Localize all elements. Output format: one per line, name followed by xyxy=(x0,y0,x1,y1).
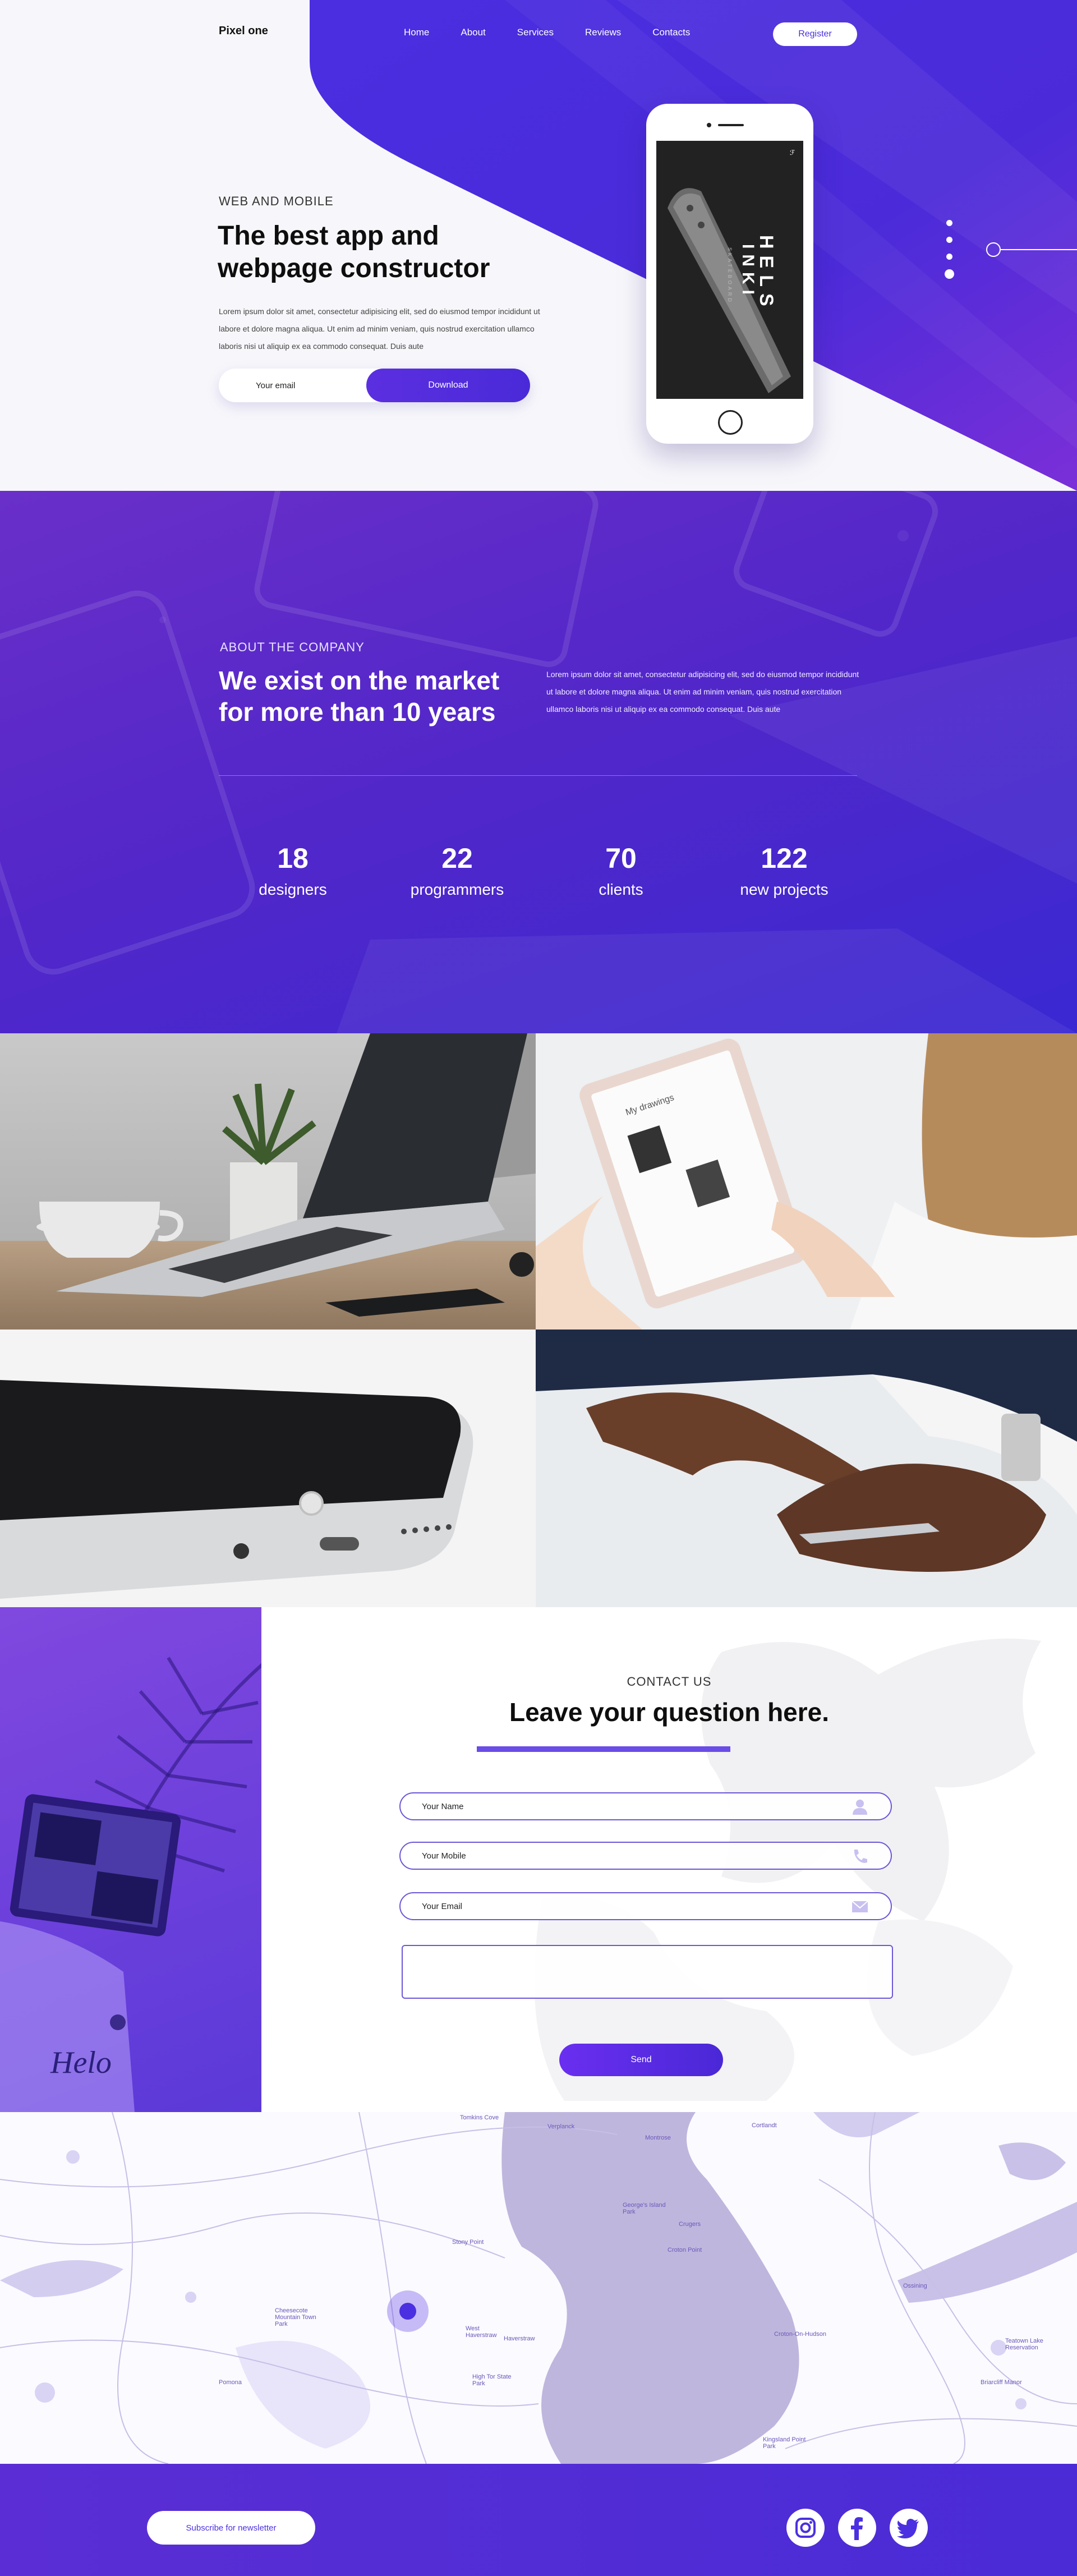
email-field xyxy=(399,1892,892,1920)
contact-title-underline xyxy=(477,1746,730,1752)
stat-label: clients xyxy=(599,881,643,898)
stat-programmers: 22 programmers xyxy=(384,841,530,899)
mobile-input[interactable] xyxy=(401,1843,849,1869)
slider-dot-active[interactable] xyxy=(945,269,954,279)
stat-number: 22 xyxy=(441,843,473,874)
map-label: Ossining xyxy=(903,2283,927,2289)
map-label: Kingsland Point Park xyxy=(763,2436,806,2450)
mobile-field xyxy=(399,1842,892,1870)
about-section: ABOUT THE COMPANY We exist on the market… xyxy=(0,491,1077,1033)
screen-word-bottom: INKI xyxy=(739,244,757,300)
phone-home-button xyxy=(718,410,743,435)
stat-new-projects: 122 new projects xyxy=(711,841,857,899)
stat-clients: 70 clients xyxy=(548,841,694,899)
email-input-contact[interactable] xyxy=(401,1893,849,1919)
hero-kicker: WEB AND MOBILE xyxy=(219,194,334,208)
nav-about[interactable]: About xyxy=(461,27,485,38)
download-button[interactable]: Download xyxy=(366,369,530,402)
hero-description: Lorem ipsum dolor sit amet, consectetur … xyxy=(219,307,540,351)
gallery-photo-hands xyxy=(536,1330,1077,1607)
stat-designers: 18 designers xyxy=(220,841,366,899)
nav-home[interactable]: Home xyxy=(404,27,429,38)
nav-services[interactable]: Services xyxy=(517,27,554,38)
map-label: Haverstraw xyxy=(504,2335,535,2342)
about-divider xyxy=(219,775,857,776)
gallery-photo-laptop xyxy=(0,1033,536,1330)
map-pin-icon[interactable] xyxy=(387,2290,429,2332)
message-textarea[interactable] xyxy=(402,1945,893,1999)
map-label: Cheesecote Mountain Town Park xyxy=(275,2307,316,2327)
slider-dot[interactable] xyxy=(946,254,952,260)
nav-reviews[interactable]: Reviews xyxy=(585,27,621,38)
slider-dot[interactable] xyxy=(946,237,952,243)
phone-icon xyxy=(854,1850,867,1863)
newsletter-button[interactable]: Subscribe for newsletter xyxy=(147,2511,315,2545)
footer: Subscribe for newsletter xyxy=(0,2464,1077,2576)
contact-side-photo: Helo xyxy=(0,1607,261,2112)
map-label: George's Island Park xyxy=(623,2202,666,2215)
about-description: Lorem ipsum dolor sit amet, consectetur … xyxy=(546,670,859,714)
about-kicker: ABOUT THE COMPANY xyxy=(220,640,365,654)
stat-number: 70 xyxy=(605,843,637,874)
stat-label: designers xyxy=(259,881,327,898)
map-label: Stony Point xyxy=(452,2239,484,2246)
map-label: High Tor State Park xyxy=(472,2373,512,2387)
map-label: Crugers xyxy=(679,2221,701,2228)
instagram-icon[interactable] xyxy=(786,2509,825,2547)
envelope-icon xyxy=(852,1901,868,1912)
contact-kicker: CONTACT US xyxy=(627,1675,712,1689)
map-label: Briarcliff Manor xyxy=(981,2379,1022,2386)
stat-label: programmers xyxy=(410,881,504,898)
screen-word-top: HELS xyxy=(756,235,777,313)
gallery-photo-phone xyxy=(0,1330,536,1607)
email-input[interactable] xyxy=(219,369,370,402)
stat-label: new projects xyxy=(740,881,829,898)
phone-screen: ℱ HELS INKI SKATEBOARD xyxy=(656,141,803,399)
contact-title: Leave your question here. xyxy=(509,1698,830,1727)
nav-contacts[interactable]: Contacts xyxy=(652,27,690,38)
stat-number: 122 xyxy=(761,843,808,874)
map-label: Cortlandt xyxy=(752,2122,777,2129)
about-title: We exist on the market for more than 10 … xyxy=(219,666,500,726)
contact-section: CONTACT US Leave your question here. Sen… xyxy=(261,1607,1077,2112)
hero-section: Pixel one Home About Services Reviews Co… xyxy=(0,0,1077,491)
map-label: Tomkins Cove xyxy=(460,2114,499,2121)
name-input[interactable] xyxy=(401,1793,849,1819)
hero-background xyxy=(310,0,1077,491)
gallery-photo-tablet: My drawings xyxy=(536,1033,1077,1330)
map-label: West Haverstraw xyxy=(466,2325,497,2339)
screen-logo: ℱ xyxy=(790,149,795,157)
map-label: Verplanck xyxy=(547,2123,575,2130)
stat-number: 18 xyxy=(277,843,309,874)
slider-indicator-line xyxy=(1001,249,1077,250)
location-map[interactable]: Tomkins Cove Verplanck Montrose Cortland… xyxy=(0,2112,1077,2464)
phone-mockup: ℱ HELS INKI SKATEBOARD xyxy=(646,104,813,444)
screen-small-text: SKATEBOARD xyxy=(727,247,733,304)
twitter-icon[interactable] xyxy=(890,2509,928,2547)
map-label: Croton-On-Hudson xyxy=(774,2331,826,2338)
map-label: Croton Point xyxy=(668,2247,702,2253)
slider-indicator-ring xyxy=(986,242,1001,257)
phone-speaker xyxy=(718,124,744,126)
about-background-devices xyxy=(0,491,1077,1033)
phone-camera xyxy=(707,123,711,127)
user-icon xyxy=(853,1800,867,1815)
map-label: Teatown Lake Reservation xyxy=(1005,2338,1043,2351)
slider-dot[interactable] xyxy=(946,220,952,226)
facebook-icon[interactable] xyxy=(838,2509,876,2547)
brand-logo[interactable]: Pixel one xyxy=(219,25,268,38)
email-signup: Download xyxy=(219,369,530,402)
send-button[interactable]: Send xyxy=(559,2044,723,2076)
side-photo-text: Helo xyxy=(50,2045,112,2080)
slider-dots xyxy=(945,220,954,287)
map-label: Montrose xyxy=(645,2135,671,2141)
map-label: Pomona xyxy=(219,2379,242,2386)
name-field xyxy=(399,1792,892,1820)
main-nav: Home About Services Reviews Contacts xyxy=(404,27,721,38)
register-button[interactable]: Register xyxy=(773,22,857,46)
hero-title: The best app and webpage constructor xyxy=(218,221,490,283)
